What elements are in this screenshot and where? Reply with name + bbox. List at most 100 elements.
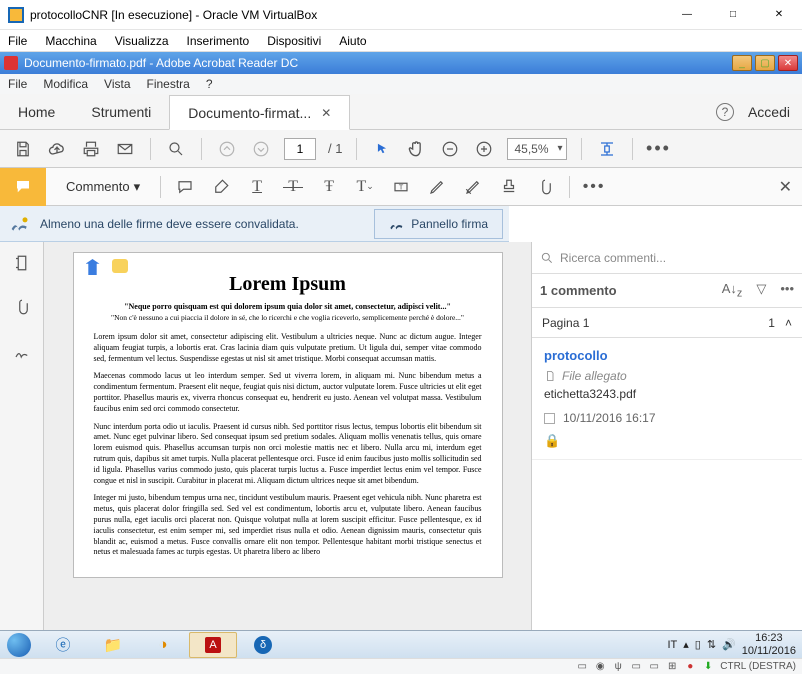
tab-close-icon[interactable]: ✕ bbox=[321, 106, 331, 120]
reader-close-button[interactable]: ✕ bbox=[778, 55, 798, 71]
comment-toolbar-close-icon[interactable]: ✕ bbox=[779, 177, 792, 197]
tray-network-icon[interactable]: ⇅ bbox=[707, 638, 716, 651]
filter-icon[interactable]: ▽ bbox=[756, 281, 766, 300]
sticky-note-icon[interactable] bbox=[112, 259, 128, 273]
textbox-tool-icon[interactable]: T bbox=[389, 175, 413, 199]
pencil-tool-icon[interactable] bbox=[425, 175, 449, 199]
accedi-link[interactable]: Accedi bbox=[748, 104, 790, 120]
strikethrough-tool-icon[interactable]: T bbox=[281, 175, 305, 199]
comment-more-icon[interactable]: ••• bbox=[582, 175, 606, 199]
attachments-icon[interactable] bbox=[11, 296, 33, 318]
insert-text-tool-icon[interactable]: T⌄ bbox=[353, 175, 377, 199]
file-icon bbox=[544, 369, 556, 383]
virtualbox-titlebar: protocolloCNR [In esecuzione] - Oracle V… bbox=[0, 0, 802, 30]
email-icon[interactable] bbox=[114, 138, 136, 160]
vb-mouse-icon[interactable]: ⬇ bbox=[702, 661, 714, 673]
comment-item[interactable]: protocollo File allegato etichetta3243.p… bbox=[532, 338, 802, 460]
reader-menu-finestra[interactable]: Finestra bbox=[147, 77, 190, 91]
search-icon[interactable] bbox=[165, 138, 187, 160]
vb-menu-aiuto[interactable]: Aiuto bbox=[339, 34, 366, 48]
reader-maximize-button[interactable]: ▢ bbox=[755, 55, 775, 71]
reader-menu-help[interactable]: ? bbox=[206, 77, 213, 91]
signatures-rail-icon[interactable] bbox=[11, 340, 33, 362]
task-media[interactable]: ◑ bbox=[139, 632, 187, 658]
save-icon[interactable] bbox=[12, 138, 34, 160]
thumbnails-icon[interactable] bbox=[11, 252, 33, 274]
signature-panel-button[interactable]: Pannello firma bbox=[374, 209, 503, 239]
vb-menu-visualizza[interactable]: Visualizza bbox=[115, 34, 169, 48]
vb-cd-icon[interactable]: ◉ bbox=[594, 661, 606, 673]
minimize-button[interactable]: — bbox=[664, 0, 710, 30]
zoom-in-icon[interactable] bbox=[473, 138, 495, 160]
close-button[interactable]: ✕ bbox=[756, 0, 802, 30]
help-icon[interactable]: ? bbox=[716, 103, 734, 121]
page-number-input[interactable] bbox=[284, 138, 316, 160]
tab-document-label: Documento-firmat... bbox=[188, 105, 311, 121]
task-ie[interactable]: ⓔ bbox=[39, 632, 87, 658]
fit-width-icon[interactable] bbox=[596, 138, 618, 160]
svg-text:T: T bbox=[399, 182, 404, 191]
eraser-tool-icon[interactable] bbox=[461, 175, 485, 199]
commento-menu[interactable]: Commento▾ bbox=[58, 179, 148, 195]
vb-share-icon[interactable]: ▭ bbox=[630, 661, 642, 673]
print-icon[interactable] bbox=[80, 138, 102, 160]
hand-tool-icon[interactable] bbox=[405, 138, 427, 160]
vb-menu-dispositivi[interactable]: Dispositivi bbox=[267, 34, 321, 48]
document-area[interactable]: Lorem Ipsum "Neque porro quisquam est qu… bbox=[44, 242, 532, 630]
reader-minimize-button[interactable]: _ bbox=[732, 55, 752, 71]
tray-lang[interactable]: IT bbox=[667, 639, 677, 651]
stamp-tool-icon[interactable] bbox=[497, 175, 521, 199]
windows-taskbar: ⓔ 📁 ◑ A δ IT ▴ ▯ ⇅ 🔊 16:23 10/11/2016 bbox=[0, 630, 802, 658]
sort-icon[interactable]: A↓z bbox=[722, 281, 743, 300]
start-button[interactable] bbox=[0, 631, 38, 659]
select-tool-icon[interactable] bbox=[371, 138, 393, 160]
replace-text-tool-icon[interactable]: Ŧ bbox=[317, 175, 341, 199]
zoom-select[interactable]: 45,5% bbox=[507, 138, 567, 160]
vb-clipboard-icon[interactable]: ⊞ bbox=[666, 661, 678, 673]
doc-subtitle-2: "Non c'è nessuno a cui piaccia il dolore… bbox=[94, 313, 482, 322]
tab-strumenti[interactable]: Strumenti bbox=[73, 94, 169, 129]
task-reader[interactable]: A bbox=[189, 632, 237, 658]
comments-page-row[interactable]: Pagina 1 1 ˄ bbox=[532, 308, 802, 338]
page-down-icon[interactable] bbox=[250, 138, 272, 160]
tray-flag-icon[interactable]: ▯ bbox=[695, 638, 701, 651]
vb-display-icon[interactable]: ▭ bbox=[648, 661, 660, 673]
tray-volume-icon[interactable]: 🔊 bbox=[722, 638, 736, 651]
maximize-button[interactable]: □ bbox=[710, 0, 756, 30]
reader-menu-file[interactable]: File bbox=[8, 77, 27, 91]
cloud-icon[interactable] bbox=[46, 138, 68, 160]
comments-page-label: Pagina 1 bbox=[542, 316, 768, 330]
task-explorer[interactable]: 📁 bbox=[89, 632, 137, 658]
zoom-out-icon[interactable] bbox=[439, 138, 461, 160]
more-tools-icon[interactable]: ••• bbox=[647, 138, 669, 160]
page-total: / 1 bbox=[328, 141, 342, 156]
tab-home[interactable]: Home bbox=[0, 94, 73, 129]
reader-menu-modifica[interactable]: Modifica bbox=[43, 77, 88, 91]
comment-mode-chip[interactable] bbox=[0, 168, 46, 206]
reader-menu-vista[interactable]: Vista bbox=[104, 77, 130, 91]
left-rail bbox=[0, 242, 44, 630]
vb-menu-macchina[interactable]: Macchina bbox=[45, 34, 96, 48]
vb-menu-inserimento[interactable]: Inserimento bbox=[187, 34, 250, 48]
comment-checkbox[interactable] bbox=[544, 413, 555, 424]
vb-hdd-icon[interactable]: ▭ bbox=[576, 661, 588, 673]
vb-usb-icon[interactable]: ψ bbox=[612, 661, 624, 673]
doc-title: Lorem Ipsum bbox=[94, 273, 482, 296]
comments-search[interactable]: Ricerca commenti... bbox=[532, 242, 802, 274]
vb-menu-file[interactable]: File bbox=[8, 34, 27, 48]
tray-chevron-icon[interactable]: ▴ bbox=[683, 638, 689, 651]
signature-message: Almeno una delle firme deve essere conva… bbox=[40, 217, 374, 231]
highlight-tool-icon[interactable] bbox=[209, 175, 233, 199]
comments-more-icon[interactable]: ••• bbox=[780, 281, 794, 300]
windows-orb-icon bbox=[7, 633, 31, 657]
tab-document[interactable]: Documento-firmat... ✕ bbox=[169, 95, 350, 130]
note-tool-icon[interactable] bbox=[173, 175, 197, 199]
attach-tool-icon[interactable] bbox=[533, 175, 557, 199]
reader-title: Documento-firmato.pdf - Adobe Acrobat Re… bbox=[24, 56, 732, 70]
vb-record-icon[interactable]: ● bbox=[684, 661, 696, 673]
tray-clock[interactable]: 16:23 10/11/2016 bbox=[742, 632, 796, 656]
comments-search-placeholder: Ricerca commenti... bbox=[560, 251, 666, 265]
task-delta[interactable]: δ bbox=[239, 632, 287, 658]
page-up-icon[interactable] bbox=[216, 138, 238, 160]
text-tool-icon[interactable]: T bbox=[245, 175, 269, 199]
